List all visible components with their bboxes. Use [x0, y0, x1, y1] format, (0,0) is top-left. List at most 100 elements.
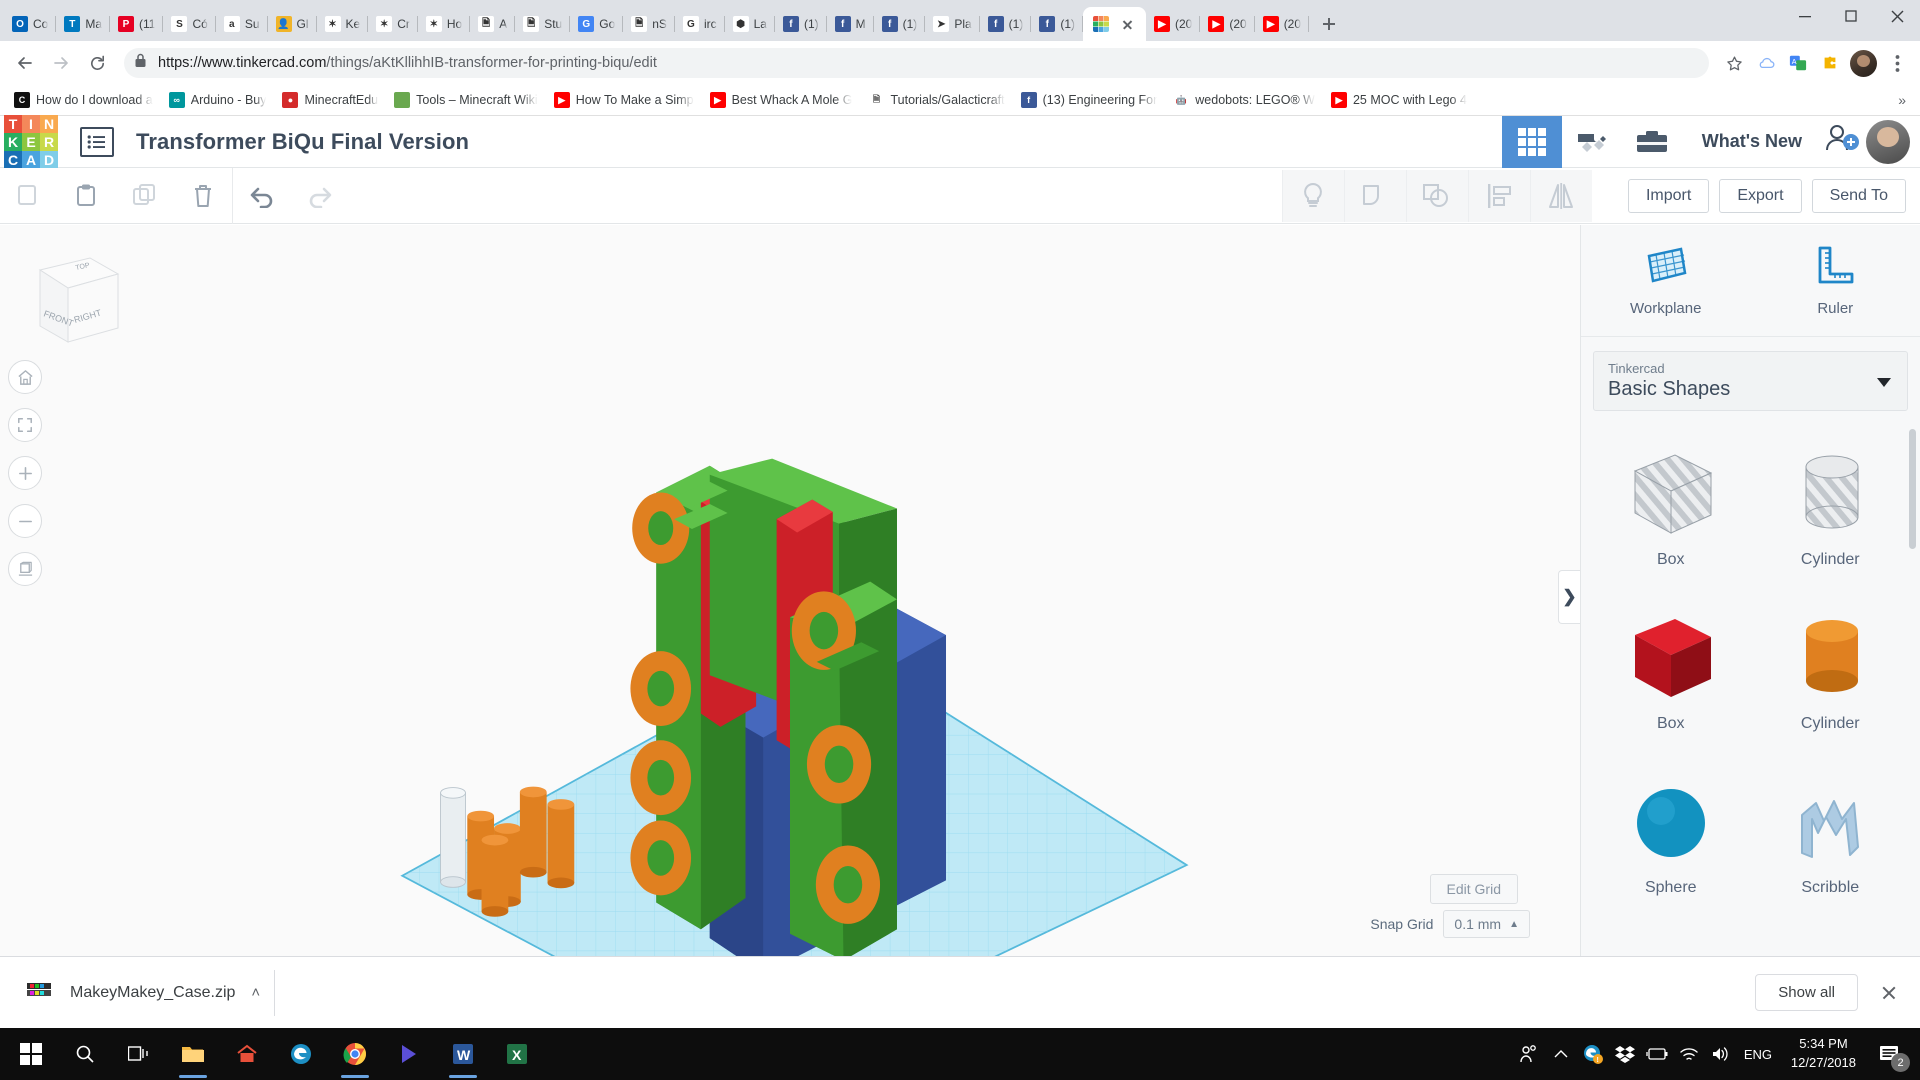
- excel-button[interactable]: X: [490, 1028, 544, 1080]
- shape-item-sphere[interactable]: Sphere: [1591, 755, 1751, 911]
- whats-new-link[interactable]: What's New: [1682, 131, 1822, 152]
- tinkercad-logo-icon[interactable]: TINKERCAD: [4, 115, 58, 169]
- model-scene[interactable]: [0, 225, 1580, 956]
- browser-tab[interactable]: ➤Pla: [925, 7, 979, 41]
- task-view-button[interactable]: [112, 1028, 166, 1080]
- browser-tab[interactable]: ✶Ke: [317, 7, 369, 41]
- back-button[interactable]: [8, 46, 42, 80]
- avatar[interactable]: [1866, 120, 1910, 164]
- browser-tab[interactable]: OCo: [4, 7, 56, 41]
- notifications-button[interactable]: 2: [1868, 1028, 1912, 1080]
- scrollbar[interactable]: [1909, 429, 1916, 549]
- browser-tab[interactable]: ✶Ho: [418, 7, 470, 41]
- chrome-menu-icon[interactable]: [1882, 48, 1912, 78]
- browser-tab-active[interactable]: [1083, 7, 1146, 41]
- maximize-button[interactable]: [1828, 0, 1874, 32]
- ruler-tool[interactable]: Ruler: [1751, 225, 1920, 336]
- workplane-tool[interactable]: Workplane: [1581, 225, 1751, 336]
- bookmark-item[interactable]: ▶How To Make a Simp: [546, 89, 702, 111]
- undo-icon[interactable]: [233, 168, 291, 224]
- download-item[interactable]: MakeyMakey_Case.zip ˄: [16, 970, 275, 1016]
- paste-icon[interactable]: [58, 168, 116, 224]
- edit-grid-button[interactable]: Edit Grid: [1430, 874, 1518, 904]
- browser-tab[interactable]: TMa: [56, 7, 110, 41]
- edge-button[interactable]: [274, 1028, 328, 1080]
- light-bulb-icon[interactable]: [1282, 170, 1344, 222]
- bookmark-item[interactable]: ▶Best Whack A Mole G: [702, 89, 861, 111]
- group-icon[interactable]: [1344, 170, 1406, 222]
- bookmarks-overflow-button[interactable]: »: [1890, 92, 1914, 108]
- browser-tab[interactable]: ⬢La: [725, 7, 775, 41]
- ungroup-icon[interactable]: [1406, 170, 1468, 222]
- bookmark-item[interactable]: f(13) Engineering For: [1013, 89, 1166, 111]
- show-all-downloads-button[interactable]: Show all: [1755, 974, 1858, 1011]
- home-app-button[interactable]: [220, 1028, 274, 1080]
- browser-tab[interactable]: f(1): [1031, 7, 1083, 41]
- close-downloads-bar-icon[interactable]: [1874, 978, 1904, 1008]
- dropbox-icon[interactable]: [1609, 1028, 1641, 1080]
- shape-item-cylinder-orange[interactable]: Cylinder: [1751, 591, 1911, 747]
- profile-avatar[interactable]: [1850, 50, 1877, 77]
- redo-icon[interactable]: [291, 168, 349, 224]
- shape-item-cylinder-hole[interactable]: Cylinder: [1751, 427, 1911, 583]
- bookmark-item[interactable]: ∞Arduino - Buy: [161, 89, 275, 111]
- clock[interactable]: 5:34 PM 12/27/2018: [1779, 1035, 1868, 1073]
- shape-item-box-red[interactable]: Box: [1591, 591, 1751, 747]
- address-bar[interactable]: https://www.tinkercad.com/things/aKtKlli…: [124, 48, 1709, 78]
- bookmark-item[interactable]: CHow do I download a: [6, 89, 161, 111]
- battery-icon[interactable]: [1641, 1028, 1673, 1080]
- translate-icon[interactable]: A: [1783, 48, 1813, 78]
- app-button[interactable]: [382, 1028, 436, 1080]
- bookmark-item[interactable]: 🤖wedobots: LEGO® W: [1165, 89, 1323, 111]
- bookmark-item[interactable]: Tools – Minecraft Wiki: [386, 89, 546, 111]
- align-icon[interactable]: [1468, 170, 1530, 222]
- browser-tab[interactable]: 🗎nS: [623, 7, 675, 41]
- panel-collapse-button[interactable]: ❯: [1558, 570, 1580, 624]
- browser-tab[interactable]: Girc: [675, 7, 725, 41]
- shape-item-scribble[interactable]: Scribble: [1751, 755, 1911, 911]
- people-icon[interactable]: [1513, 1028, 1545, 1080]
- shape-gallery[interactable]: Box Cylinder Box: [1581, 415, 1920, 956]
- browser-tab[interactable]: f(1): [775, 7, 827, 41]
- browser-tab[interactable]: f(1): [874, 7, 926, 41]
- close-window-button[interactable]: [1874, 0, 1920, 32]
- browser-tab[interactable]: P(11: [110, 7, 163, 41]
- project-menu-button[interactable]: [80, 127, 114, 157]
- word-button[interactable]: W: [436, 1028, 490, 1080]
- cloud-icon[interactable]: [1751, 48, 1781, 78]
- browser-tab[interactable]: 🗎A: [470, 7, 515, 41]
- edge-update-icon[interactable]: !: [1577, 1028, 1609, 1080]
- extension-icon[interactable]: [1815, 48, 1845, 78]
- reload-button[interactable]: [80, 46, 114, 80]
- add-user-icon[interactable]: [1822, 123, 1860, 161]
- bookmark-star-icon[interactable]: [1719, 48, 1749, 78]
- volume-icon[interactable]: [1705, 1028, 1737, 1080]
- browser-tab[interactable]: 👤Gl: [268, 7, 317, 41]
- show-hidden-icons-icon[interactable]: [1545, 1028, 1577, 1080]
- minimize-button[interactable]: [1782, 0, 1828, 32]
- blocks-icon[interactable]: [1502, 116, 1562, 168]
- file-explorer-button[interactable]: [166, 1028, 220, 1080]
- start-button[interactable]: [4, 1028, 58, 1080]
- gallery-icon[interactable]: [1622, 116, 1682, 168]
- browser-tab[interactable]: GGo: [570, 7, 623, 41]
- codeblocks-icon[interactable]: [1562, 116, 1622, 168]
- new-tab-button[interactable]: [1315, 10, 1343, 38]
- send-to-button[interactable]: Send To: [1812, 179, 1906, 213]
- search-button[interactable]: [58, 1028, 112, 1080]
- bookmark-item[interactable]: ▶25 MOC with Lego 4: [1323, 89, 1475, 111]
- 3d-viewport[interactable]: TOP FRONT RIGHT: [0, 225, 1580, 956]
- browser-tab[interactable]: ▶(20: [1200, 7, 1254, 41]
- close-icon[interactable]: [1119, 16, 1136, 33]
- duplicate-icon[interactable]: [116, 168, 174, 224]
- browser-tab[interactable]: ✶Cr: [368, 7, 418, 41]
- bookmark-item[interactable]: ●MinecraftEdu: [274, 89, 386, 111]
- chevron-up-icon[interactable]: ˄: [251, 984, 260, 1001]
- export-button[interactable]: Export: [1719, 179, 1801, 213]
- forward-button[interactable]: [44, 46, 78, 80]
- shape-item-box-hole[interactable]: Box: [1591, 427, 1751, 583]
- browser-tab[interactable]: f(1): [980, 7, 1032, 41]
- browser-tab[interactable]: ▶(20: [1146, 7, 1200, 41]
- bookmark-item[interactable]: 🗎Tutorials/Galacticraft: [860, 89, 1012, 111]
- mirror-icon[interactable]: [1530, 170, 1592, 222]
